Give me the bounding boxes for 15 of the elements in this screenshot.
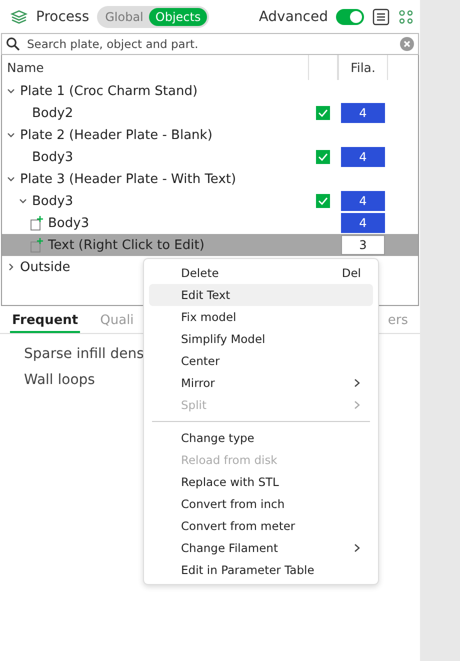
advanced-label: Advanced [258,8,328,24]
panel-title: Process [36,8,90,24]
tree-item-name: Plate 2 (Header Plate - Blank) [20,128,212,142]
tree-item-name: Body2 [32,106,74,120]
tree-item-name: Body3 [48,216,90,230]
tree-item-name: Body3 [32,150,74,164]
tree-item-name: Plate 3 (Header Plate - With Text) [20,172,236,186]
tree-item-name: Outside [20,260,70,274]
setting-label: Wall loops [24,372,95,388]
column-header: Name [6,60,45,75]
tree-item-name: Text (Right Click to Edit) [48,238,204,252]
column-header: Fila. [338,55,388,80]
setting-label: Sparse infill dens [24,346,144,362]
tree-item-name: Plate 1 (Croc Charm Stand) [20,84,198,98]
tree-item-name: Body3 [32,194,74,208]
